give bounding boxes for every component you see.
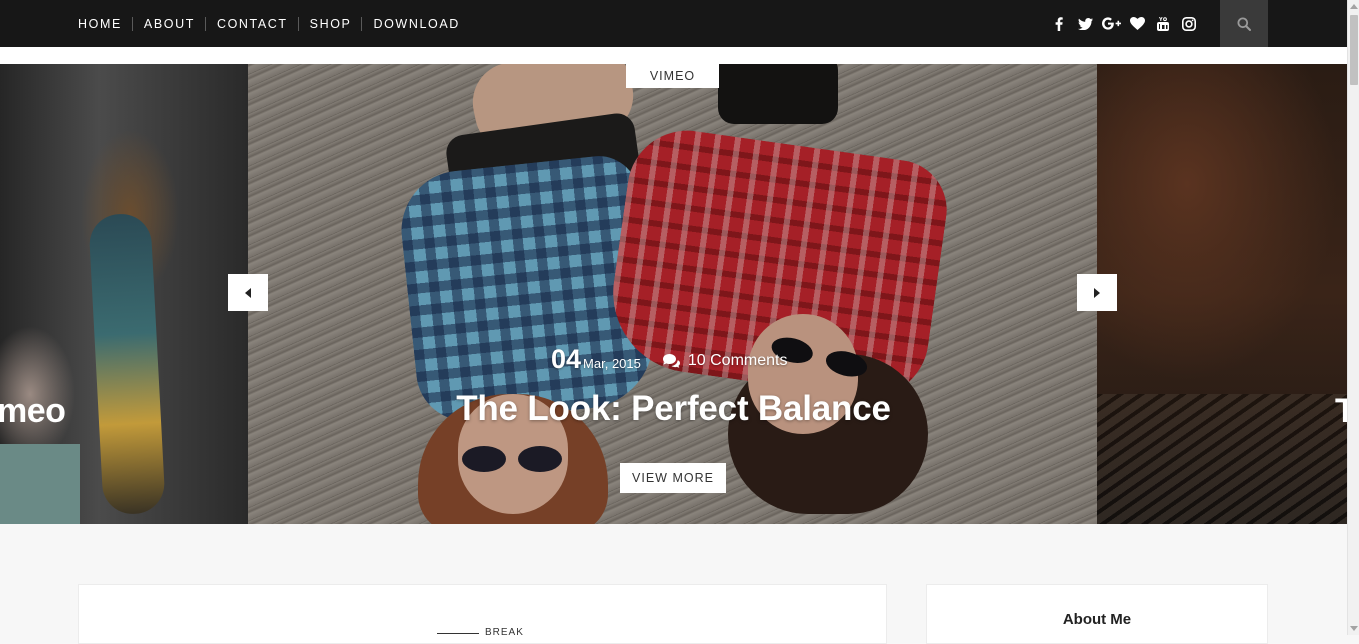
- scroll-down-arrow[interactable]: [1350, 626, 1358, 631]
- twitter-icon[interactable]: [1072, 0, 1098, 47]
- slider-next-button[interactable]: [1077, 274, 1117, 311]
- facebook-icon[interactable]: [1046, 0, 1072, 47]
- nav-item-about[interactable]: ABOUT: [131, 16, 206, 31]
- youtube-icon[interactable]: [1150, 0, 1176, 47]
- scroll-up-arrow[interactable]: [1350, 4, 1358, 9]
- header-spacer: [0, 47, 1347, 64]
- top-navbar: HOME ABOUT CONTACT SHOP DOWNLOAD: [0, 0, 1347, 47]
- search-button[interactable]: [1220, 0, 1268, 47]
- nav-item-download[interactable]: DOWNLOAD: [361, 16, 470, 31]
- nav-item-contact[interactable]: CONTACT: [204, 16, 299, 31]
- comments-link[interactable]: 10 Comments: [662, 352, 788, 370]
- slider-prev-button[interactable]: [228, 274, 268, 311]
- image-overlay: [248, 64, 1097, 524]
- main-nav: HOME ABOUT CONTACT SHOP DOWNLOAD: [67, 0, 471, 47]
- category-divider: [437, 633, 479, 634]
- social-links: [1046, 0, 1202, 47]
- instagram-icon[interactable]: [1176, 0, 1202, 47]
- heart-icon[interactable]: [1124, 0, 1150, 47]
- caret-left-icon: [245, 287, 251, 298]
- nav-item-home[interactable]: HOME: [67, 17, 133, 31]
- post-category[interactable]: BREAK: [485, 627, 524, 638]
- post-card: [78, 584, 887, 644]
- page-scrollbar[interactable]: [1347, 0, 1359, 635]
- slide-image-detail: [0, 444, 80, 524]
- post-meta: 04 Mar, 2015 10 Comments: [551, 344, 787, 380]
- category-badge[interactable]: VIMEO: [626, 64, 719, 88]
- slide-next[interactable]: T: [1097, 64, 1347, 524]
- slide-title[interactable]: The Look: Perfect Balance: [0, 389, 1347, 429]
- search-icon: [1237, 17, 1251, 31]
- slide-previous[interactable]: meo: [0, 64, 248, 524]
- caret-right-icon: [1094, 287, 1100, 298]
- sidebar-widget-title: About Me: [1062, 611, 1132, 628]
- featured-slider: meo T: [0, 64, 1347, 524]
- view-more-button[interactable]: VIEW MORE: [620, 463, 726, 493]
- post-date: Mar, 2015: [583, 356, 641, 371]
- slide-active-image: [248, 64, 1097, 524]
- google-plus-icon[interactable]: [1098, 0, 1124, 47]
- comments-count: 10 Comments: [687, 352, 788, 369]
- scroll-thumb[interactable]: [1350, 15, 1358, 85]
- nav-item-shop[interactable]: SHOP: [297, 16, 363, 31]
- skateboard-image: [88, 212, 166, 516]
- post-day: 04: [551, 344, 582, 374]
- comments-icon: [662, 354, 680, 368]
